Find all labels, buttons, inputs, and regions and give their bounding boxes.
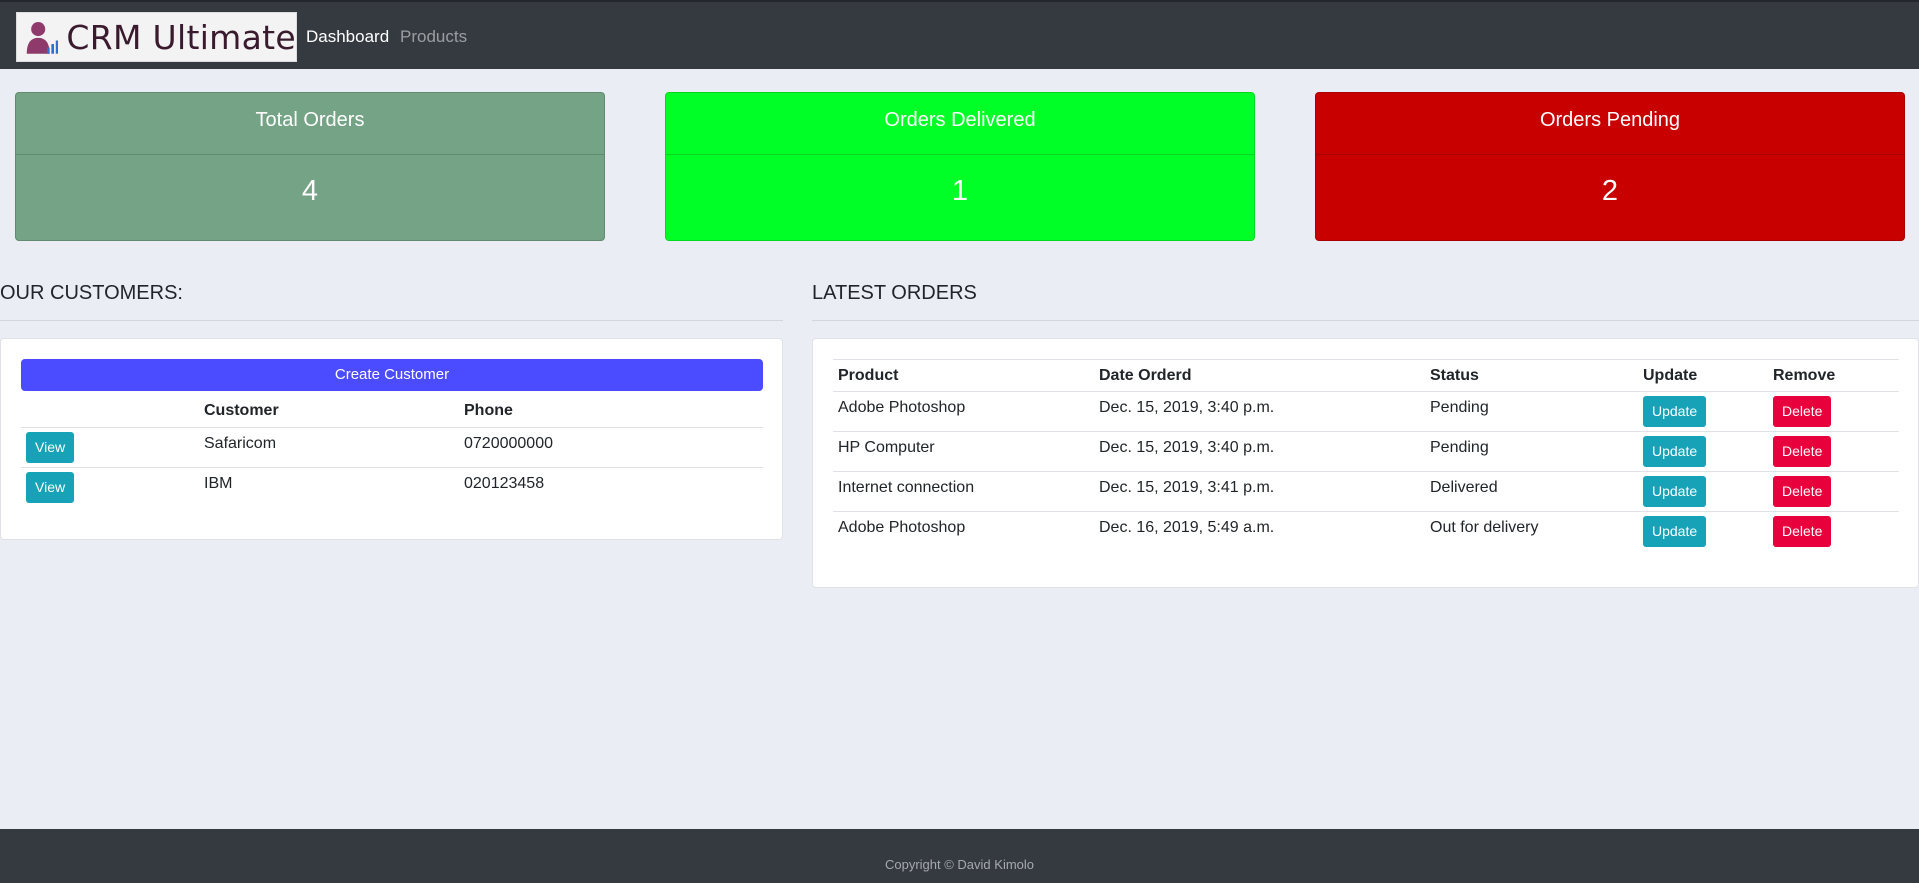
orders-heading: LATEST ORDERS [812,282,977,304]
table-row: HP Computer Dec. 15, 2019, 3:40 p.m. Pen… [833,431,1899,472]
customers-table: Customer Phone View Safaricom 0720000000… [21,395,763,507]
column-header: Update [1638,359,1768,392]
brand-logo[interactable]: CRM Ultimate [16,12,297,62]
order-date: Dec. 15, 2019, 3:41 p.m. [1094,471,1425,512]
stat-title: Orders Delivered [666,93,1254,155]
customer-phone: 020123458 [459,466,763,507]
customer-phone: 0720000000 [459,426,763,467]
nav-products[interactable]: Products [400,27,467,47]
nav-dashboard[interactable]: Dashboard [306,27,389,47]
delete-order-button[interactable]: Delete [1773,516,1832,547]
order-status: Out for delivery [1425,511,1638,552]
column-header [21,395,199,427]
order-date: Dec. 15, 2019, 3:40 p.m. [1094,431,1425,472]
update-order-button[interactable]: Update [1643,436,1707,467]
column-header: Status [1425,359,1638,392]
customer-name: IBM [199,466,459,507]
order-date: Dec. 15, 2019, 3:40 p.m. [1094,391,1425,432]
customers-panel: Create Customer Customer Phone View Safa… [0,338,783,540]
stat-card-orders-pending: Orders Pending 2 [1315,92,1905,241]
stat-value: 2 [1601,175,1619,207]
column-header: Phone [464,401,513,419]
stat-title: Orders Pending [1316,93,1904,155]
delete-order-button[interactable]: Delete [1773,476,1832,507]
column-header: Product [833,359,1094,392]
divider [0,320,783,321]
view-customer-button[interactable]: View [26,431,75,463]
footer: Copyright © David Kimolo [0,829,1919,883]
view-customer-button[interactable]: View [26,471,75,503]
stat-value: 1 [951,175,969,207]
copyright-text: Copyright © David Kimolo [884,857,1035,872]
order-status: Delivered [1425,471,1638,512]
order-status: Pending [1425,431,1638,472]
orders-panel: Product Date Orderd Status Update Remove… [812,338,1919,588]
divider [812,320,1919,321]
customers-heading: OUR CUSTOMERS: [0,282,183,304]
table-header-row: Customer Phone [21,395,763,427]
orders-table: Product Date Orderd Status Update Remove… [833,359,1899,552]
order-product: Adobe Photoshop [833,391,1094,432]
table-row: View Safaricom 0720000000 [21,426,763,467]
update-order-button[interactable]: Update [1643,396,1707,427]
customer-name: Safaricom [199,426,459,467]
column-header: Remove [1768,359,1899,392]
order-product: Internet connection [833,471,1094,512]
delete-order-button[interactable]: Delete [1773,396,1832,427]
user-chart-icon [26,22,59,54]
stat-title: Total Orders [16,93,604,155]
brand-name: CRM Ultimate [66,17,296,57]
stat-card-orders-delivered: Orders Delivered 1 [665,92,1255,241]
order-product: Adobe Photoshop [833,511,1094,552]
create-customer-button[interactable]: Create Customer [21,359,763,391]
order-product: HP Computer [833,431,1094,472]
table-row: View IBM 020123458 [21,466,763,507]
delete-order-button[interactable]: Delete [1773,436,1832,467]
update-order-button[interactable]: Update [1643,476,1707,507]
update-order-button[interactable]: Update [1643,516,1707,547]
column-header: Customer [204,401,279,419]
table-row: Adobe Photoshop Dec. 15, 2019, 3:40 p.m.… [833,391,1899,432]
order-status: Pending [1425,391,1638,432]
table-row: Adobe Photoshop Dec. 16, 2019, 5:49 a.m.… [833,511,1899,552]
stat-value: 4 [301,175,319,207]
order-date: Dec. 16, 2019, 5:49 a.m. [1094,511,1425,552]
column-header: Date Orderd [1094,359,1425,392]
navbar: CRM Ultimate Dashboard Products [0,0,1919,69]
stat-card-total-orders: Total Orders 4 [15,92,605,241]
table-header-row: Product Date Orderd Status Update Remove [833,359,1899,392]
table-row: Internet connection Dec. 15, 2019, 3:41 … [833,471,1899,512]
